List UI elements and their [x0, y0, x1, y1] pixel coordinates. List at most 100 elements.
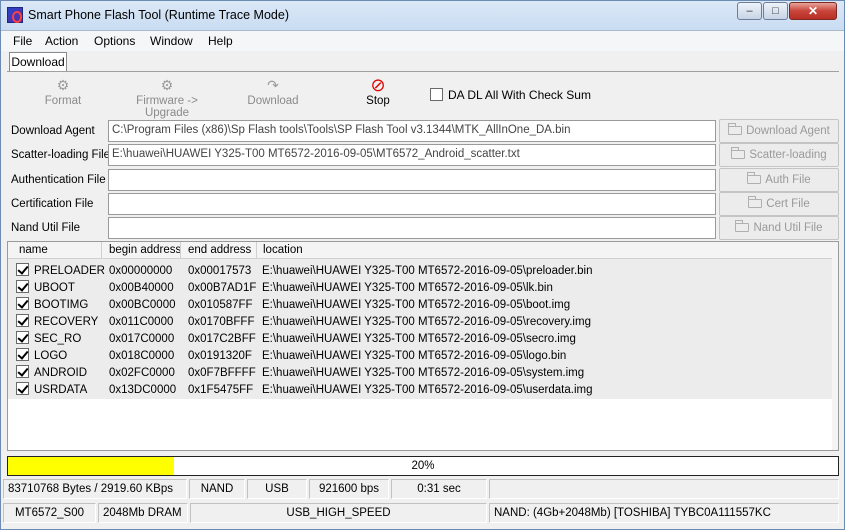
close-button[interactable]: ✕ [789, 2, 837, 20]
menu-file[interactable]: File [13, 34, 32, 48]
nand-info: NAND: (4Gb+2048Mb) [TOSHIBA] TYBC0A11155… [489, 503, 839, 523]
auth-file-button-label: Auth File [765, 174, 811, 186]
cert-file-button[interactable]: Cert File [719, 192, 839, 216]
partition-checkbox[interactable] [16, 297, 29, 310]
tab-download[interactable]: Download [9, 52, 67, 71]
table-row[interactable]: PRELOADER 0x00000000 0x00017573 E:\huawe… [8, 262, 833, 279]
auth-file-button[interactable]: Auth File [719, 168, 839, 192]
table-row[interactable]: BOOTIMG 0x00BC0000 0x010587FF E:\huawei\… [8, 296, 833, 313]
partition-table[interactable]: name begin address end address location … [7, 241, 839, 451]
stop-label: Stop [366, 95, 390, 107]
folder-icon [747, 172, 762, 184]
download-button[interactable]: ↷ Download [243, 75, 303, 107]
partition-name: LOGO [34, 350, 68, 362]
partition-name: PRELOADER [34, 265, 105, 277]
column-end-address[interactable]: end address [188, 244, 251, 256]
firmware-upgrade-label: Firmware -> Upgrade [136, 95, 198, 119]
menu-window[interactable]: Window [150, 34, 193, 48]
table-row[interactable]: RECOVERY 0x011C0000 0x0170BFFF E:\huawei… [8, 313, 833, 330]
partition-checkbox[interactable] [16, 365, 29, 378]
scatter-file-field[interactable]: E:\huawei\HUAWEI Y325-T00 MT6572-2016-09… [108, 144, 716, 166]
partition-begin: 0x00000000 [109, 265, 173, 277]
table-row[interactable]: USRDATA 0x13DC0000 0x1F5475FF E:\huawei\… [8, 381, 833, 398]
tab-divider [7, 71, 839, 72]
column-location[interactable]: location [263, 244, 303, 256]
download-agent-field[interactable]: C:\Program Files (x86)\Sp Flash tools\To… [108, 120, 716, 142]
usb-speed: USB_HIGH_SPEED [190, 503, 487, 523]
partition-checkbox[interactable] [16, 280, 29, 293]
partition-begin: 0x017C0000 [109, 333, 175, 345]
partition-end: 0x017C2BFF [188, 333, 256, 345]
minimize-button[interactable]: – [737, 2, 762, 20]
column-begin-address[interactable]: begin address [109, 244, 181, 256]
format-button[interactable]: ⚙ Format [35, 75, 91, 107]
download-agent-button[interactable]: Download Agent [719, 119, 839, 143]
port-type: USB [247, 479, 307, 499]
folder-icon [728, 123, 743, 135]
table-row[interactable]: ANDROID 0x02FC0000 0x0F7BFFFF E:\huawei\… [8, 364, 833, 381]
partition-name: USRDATA [34, 384, 88, 396]
cert-file-button-label: Cert File [766, 198, 810, 210]
checksum-option[interactable]: DA DL All With Check Sum [430, 88, 591, 102]
download-agent-button-label: Download Agent [746, 125, 830, 137]
table-scrollbar[interactable] [832, 242, 838, 450]
partition-end: 0x0170BFFF [188, 316, 255, 328]
partition-checkbox[interactable] [16, 348, 29, 361]
partition-location: E:\huawei\HUAWEI Y325-T00 MT6572-2016-09… [262, 333, 576, 345]
menu-options[interactable]: Options [94, 34, 135, 48]
stop-button[interactable]: ⊘ Stop [358, 75, 398, 107]
partition-location: E:\huawei\HUAWEI Y325-T00 MT6572-2016-09… [262, 282, 553, 294]
flash-tool-window: Smart Phone Flash Tool (Runtime Trace Mo… [0, 0, 845, 530]
baud-rate: 921600 bps [309, 479, 389, 499]
auth-file-field[interactable] [108, 169, 716, 191]
table-row[interactable]: LOGO 0x018C0000 0x0191320F E:\huawei\HUA… [8, 347, 833, 364]
partition-location: E:\huawei\HUAWEI Y325-T00 MT6572-2016-09… [262, 350, 567, 362]
partition-begin: 0x00B40000 [109, 282, 174, 294]
menu-bar: File Action Options Window Help [1, 31, 844, 51]
cert-file-field[interactable] [108, 193, 716, 215]
partition-location: E:\huawei\HUAWEI Y325-T00 MT6572-2016-09… [262, 265, 593, 277]
partition-begin: 0x011C0000 [109, 316, 174, 328]
checksum-checkbox[interactable] [430, 88, 443, 101]
menu-help[interactable]: Help [208, 34, 233, 48]
nand-util-field[interactable] [108, 217, 716, 239]
table-row[interactable]: SEC_RO 0x017C0000 0x017C2BFF E:\huawei\H… [8, 330, 833, 347]
format-icon: ⚙ [56, 77, 70, 93]
partition-end: 0x00B7AD1F [188, 282, 257, 294]
auth-file-row: Authentication File Auth File [7, 168, 839, 192]
folder-icon [731, 147, 746, 159]
format-label: Format [44, 95, 82, 107]
nand-util-button-label: Nand Util File [753, 222, 823, 234]
partition-checkbox[interactable] [16, 382, 29, 395]
column-divider[interactable] [101, 242, 102, 259]
partition-begin: 0x018C0000 [109, 350, 175, 362]
title-bar[interactable]: Smart Phone Flash Tool (Runtime Trace Mo… [1, 1, 844, 31]
status-bar-device: MT6572_S00 2048Mb DRAM USB_HIGH_SPEED NA… [3, 502, 843, 524]
partition-checkbox[interactable] [16, 331, 29, 344]
progress-text: 20% [411, 460, 435, 472]
column-name[interactable]: name [19, 244, 48, 256]
partition-end: 0x1F5475FF [188, 384, 254, 396]
partition-begin: 0x00BC0000 [109, 299, 176, 311]
checksum-label: DA DL All With Check Sum [448, 88, 591, 102]
nand-util-button[interactable]: Nand Util File [719, 216, 839, 240]
partition-checkbox[interactable] [16, 263, 29, 276]
tab-strip: Download [1, 51, 844, 73]
scatter-loading-button[interactable]: Scatter-loading [719, 143, 839, 167]
partition-checkbox[interactable] [16, 314, 29, 327]
partition-end: 0x0191320F [188, 350, 252, 362]
maximize-button[interactable]: □ [763, 2, 788, 20]
column-divider[interactable] [180, 242, 181, 259]
download-label: Download [247, 95, 299, 107]
partition-location: E:\huawei\HUAWEI Y325-T00 MT6572-2016-09… [262, 316, 591, 328]
table-row[interactable]: UBOOT 0x00B40000 0x00B7AD1F E:\huawei\HU… [8, 279, 833, 296]
firmware-upgrade-button[interactable]: ⚙ Firmware -> Upgrade [115, 75, 219, 119]
download-icon: ↷ [267, 77, 279, 93]
column-divider[interactable] [256, 242, 257, 259]
download-progress-bar: 20% [7, 456, 839, 476]
menu-action[interactable]: Action [45, 34, 78, 48]
stop-icon: ⊘ [370, 75, 386, 95]
dram-size: 2048Mb DRAM [98, 503, 188, 523]
partition-location: E:\huawei\HUAWEI Y325-T00 MT6572-2016-09… [262, 384, 593, 396]
partition-end: 0x010587FF [188, 299, 253, 311]
